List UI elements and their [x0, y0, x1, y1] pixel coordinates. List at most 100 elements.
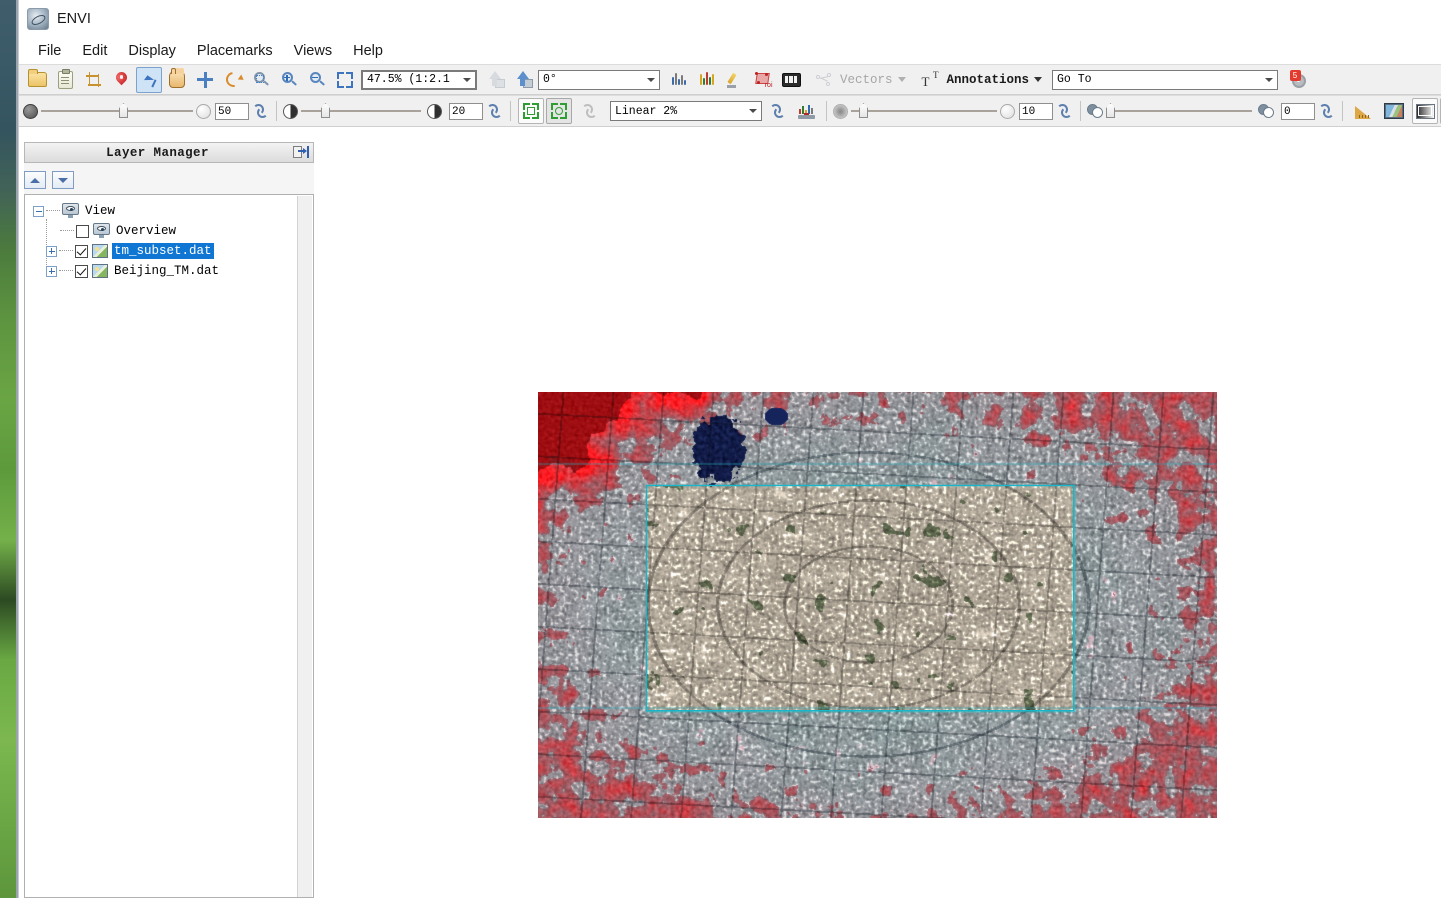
chevron-down-icon[interactable]: [897, 77, 906, 82]
chevron-down-icon[interactable]: [642, 71, 659, 89]
open-file-icon[interactable]: [24, 67, 50, 93]
brightness-max-icon: [427, 103, 442, 119]
gradient-panel-icon[interactable]: [1412, 98, 1438, 124]
extensions-badge-count: 5: [1289, 69, 1301, 81]
satellite-image[interactable]: [538, 392, 1217, 818]
reset-blend-icon[interactable]: [1319, 103, 1336, 119]
expand-toggle-icon[interactable]: [46, 245, 57, 257]
stretch-type-combo[interactable]: Linear 2%: [610, 101, 762, 121]
annotation-text-icon[interactable]: TT: [918, 67, 944, 93]
sharpen-slider-thumb[interactable]: [859, 103, 868, 118]
annotations-menu-label[interactable]: Annotations: [947, 73, 1030, 87]
transparency-value-input[interactable]: 50: [215, 102, 249, 120]
stretch-circle-icon[interactable]: [546, 98, 572, 124]
placemark-pin-icon[interactable]: [108, 67, 134, 93]
reset-transparency-icon[interactable]: [253, 103, 270, 119]
zoom-fit-icon[interactable]: [248, 67, 274, 93]
image-thumbnail-icon[interactable]: [1381, 98, 1407, 124]
transparency-slider-thumb[interactable]: [119, 103, 128, 118]
blend-slider-group[interactable]: 0: [1087, 102, 1336, 120]
reset-sharpen-icon[interactable]: [1057, 103, 1074, 119]
image-display-view[interactable]: [319, 135, 1441, 898]
tree-node-overview[interactable]: Overview: [33, 221, 313, 241]
brightness-slider-thumb[interactable]: [321, 103, 330, 118]
raster-layer-icon: [92, 244, 108, 258]
transparency-min-icon: [23, 103, 38, 119]
tree-node-tm-subset[interactable]: tm_subset.dat: [33, 241, 313, 261]
brightness-slider[interactable]: [301, 103, 421, 118]
spectral-profile-icon[interactable]: [666, 67, 692, 93]
zoom-selection-icon[interactable]: [332, 67, 358, 93]
clipboard-icon[interactable]: [52, 67, 78, 93]
chevron-down-icon[interactable]: [52, 171, 74, 189]
goto-combo[interactable]: Go To: [1052, 69, 1279, 90]
rotation-combo[interactable]: 0°: [538, 69, 660, 90]
blend-value-input[interactable]: 0: [1281, 102, 1315, 120]
chevron-down-icon[interactable]: [458, 72, 475, 88]
toolbar-separator: [1080, 101, 1081, 121]
layer-tree-scrollbar[interactable]: [297, 196, 312, 897]
pan-hand-icon[interactable]: [164, 67, 190, 93]
stretch-type-value: Linear 2%: [615, 104, 678, 118]
sharpen-value-input[interactable]: 10: [1019, 102, 1053, 120]
main-toolbar: 47.5% (1:2.1 0° roi Vectors T T Annotati…: [19, 64, 1441, 95]
tree-node-view[interactable]: View: [33, 201, 313, 221]
tree-node-beijing-tm[interactable]: Beijing_TM.dat: [33, 261, 313, 281]
rotate-icon[interactable]: [220, 67, 246, 93]
counter-008-icon[interactable]: [778, 67, 804, 93]
multi-spectral-profile-icon[interactable]: [694, 67, 720, 93]
menu-item-views[interactable]: Views: [285, 40, 341, 62]
blend-slider[interactable]: [1106, 103, 1252, 118]
blend-slider-thumb[interactable]: [1106, 103, 1115, 118]
menu-item-file[interactable]: File: [29, 40, 70, 62]
layer-visibility-checkbox[interactable]: [76, 224, 89, 238]
fly-to-icon[interactable]: [511, 67, 537, 93]
collapse-toggle-icon[interactable]: [33, 205, 44, 217]
vectors-menu-label[interactable]: Vectors: [840, 73, 893, 87]
brightness-value-input[interactable]: 20: [449, 102, 483, 120]
chevron-up-icon[interactable]: [24, 171, 46, 189]
menu-item-edit[interactable]: Edit: [73, 40, 116, 62]
transparency-slider[interactable]: [41, 103, 193, 118]
move-crosshair-icon[interactable]: [192, 67, 218, 93]
expand-toggle-icon[interactable]: [46, 265, 57, 277]
zoom-in-icon[interactable]: [276, 67, 302, 93]
brightness-slider-group[interactable]: 20: [283, 102, 504, 120]
rotation-value: 0°: [543, 73, 557, 86]
zoom-out-icon[interactable]: [304, 67, 330, 93]
dock-panel-icon[interactable]: [290, 143, 312, 162]
chevron-down-icon[interactable]: [1034, 77, 1043, 82]
roi-icon[interactable]: roi: [750, 67, 776, 93]
tree-node-label: View: [85, 204, 116, 218]
chevron-down-icon[interactable]: [1260, 71, 1277, 89]
envi-globe-icon: [27, 8, 49, 30]
reset-stretch-icon[interactable]: [770, 103, 787, 119]
ruler-measure-icon[interactable]: [1350, 98, 1376, 124]
layer-tree[interactable]: View Overview tm_subset.dat Beijing_TM.d…: [24, 194, 314, 898]
histogram-icon[interactable]: [793, 98, 819, 124]
tree-guide-dots: [59, 250, 73, 252]
sharpen-slider-group[interactable]: 10: [833, 102, 1074, 120]
extensions-gear-icon[interactable]: 5: [1286, 67, 1312, 93]
select-arrow-icon[interactable]: [136, 66, 162, 93]
crop-icon[interactable]: [80, 67, 106, 93]
menu-item-display[interactable]: Display: [119, 40, 185, 62]
sharpen-slider[interactable]: [851, 103, 997, 118]
transparency-slider-group[interactable]: 50: [23, 102, 270, 120]
menu-item-help[interactable]: Help: [344, 40, 392, 62]
zoom-level-combo[interactable]: 47.5% (1:2.1: [361, 69, 477, 90]
layer-visibility-checkbox[interactable]: [75, 264, 88, 278]
tree-guide-dots: [60, 230, 74, 232]
tree-guide-dots: [59, 270, 73, 272]
reset-brightness-icon[interactable]: [487, 103, 504, 119]
pen-measure-icon[interactable]: [722, 67, 748, 93]
chevron-down-icon[interactable]: [744, 102, 761, 120]
toolbar-separator: [510, 101, 511, 121]
blend-max-icon: [1258, 103, 1275, 119]
layer-manager-header: Layer Manager: [24, 142, 314, 163]
tree-node-label: Beijing_TM.dat: [114, 264, 220, 278]
layer-visibility-checkbox[interactable]: [75, 244, 88, 258]
satellite-image-canvas: [538, 392, 1217, 818]
menu-item-placemarks[interactable]: Placemarks: [188, 40, 282, 62]
stretch-square-icon[interactable]: [518, 98, 544, 124]
